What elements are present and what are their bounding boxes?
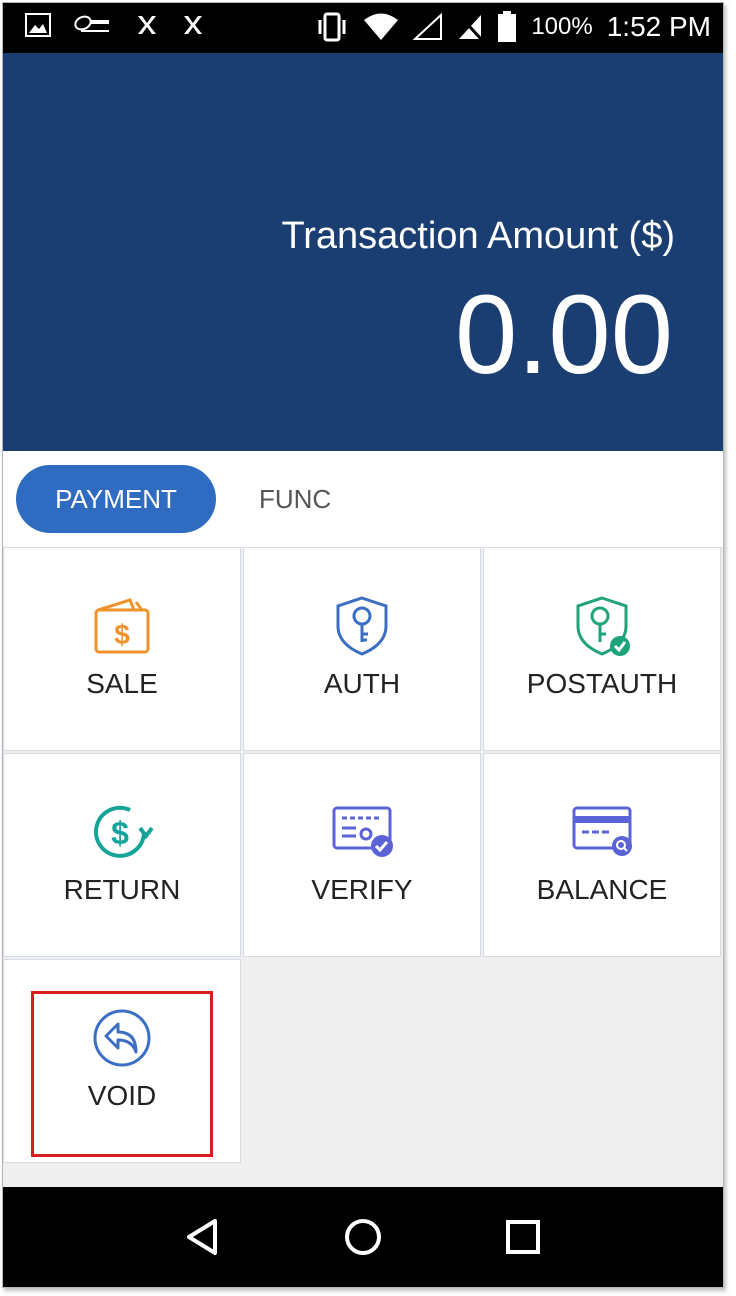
- auth-button[interactable]: AUTH: [243, 547, 481, 751]
- tab-func[interactable]: FUNC: [259, 465, 331, 533]
- postauth-label: POSTAUTH: [526, 668, 678, 699]
- no-sim-icon: [458, 13, 483, 41]
- amount-header: Transaction Amount ($) 0.00: [3, 53, 723, 451]
- sale-label: SALE: [86, 668, 158, 699]
- x-app-icon: [138, 16, 156, 34]
- postauth-button[interactable]: POSTAUTH: [483, 547, 721, 751]
- navigation-bar: [3, 1187, 723, 1287]
- void-button[interactable]: VOID: [3, 959, 241, 1163]
- undo-circle-icon: [93, 1009, 151, 1067]
- svg-text:$: $: [111, 815, 129, 851]
- tab-bar: PAYMENT FUNC: [3, 451, 723, 547]
- recents-icon[interactable]: [501, 1215, 545, 1259]
- shield-key-check-icon: [576, 596, 630, 656]
- back-icon[interactable]: [181, 1215, 225, 1259]
- balance-button[interactable]: BALANCE: [483, 753, 721, 957]
- void-label: VOID: [87, 1080, 157, 1111]
- wallet-dollar-icon: $: [94, 598, 150, 654]
- balance-label: BALANCE: [536, 874, 668, 905]
- battery-icon: [498, 11, 517, 42]
- wifi-icon: [364, 13, 399, 40]
- status-bar: 100% 1:52 PM: [3, 3, 723, 53]
- amount-label: Transaction Amount ($): [281, 215, 675, 257]
- home-icon[interactable]: [341, 1215, 385, 1259]
- brand-logo-icon: [74, 15, 109, 32]
- signal-icon: [413, 13, 443, 40]
- card-search-icon: [572, 806, 632, 856]
- return-label: RETURN: [63, 874, 181, 905]
- clock: 1:52 PM: [606, 11, 711, 42]
- shield-key-icon: [336, 596, 388, 656]
- card-check-icon: [332, 806, 393, 857]
- dollar-refresh-icon: $: [94, 805, 154, 858]
- verify-label: VERIFY: [311, 874, 413, 905]
- vibrate-icon: [318, 12, 346, 42]
- auth-label: AUTH: [323, 668, 401, 699]
- x-app-icon-2: [184, 16, 202, 34]
- tab-payment[interactable]: PAYMENT: [16, 465, 216, 533]
- battery-percent: 100%: [531, 13, 593, 40]
- sale-button[interactable]: $ SALE: [3, 547, 241, 751]
- device-screen: 100% 1:52 PM Transaction Amount ($) 0.00…: [2, 2, 724, 1288]
- return-button[interactable]: $ RETURN: [3, 753, 241, 957]
- amount-value[interactable]: 0.00: [455, 275, 673, 395]
- verify-button[interactable]: VERIFY: [243, 753, 481, 957]
- image-icon: [25, 13, 51, 37]
- svg-text:$: $: [114, 619, 130, 650]
